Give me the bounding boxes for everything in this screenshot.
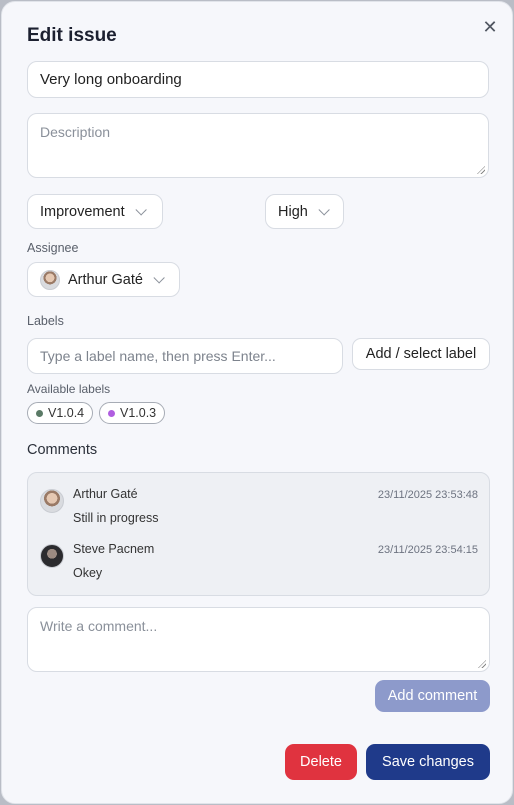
comment-time: 23/11/2025 23:53:48 [377, 489, 478, 501]
labels-label: Labels [27, 314, 64, 328]
assignee-label: Assignee [27, 241, 79, 255]
avatar [40, 489, 64, 513]
comment-placeholder: Write a comment... [40, 618, 158, 634]
delete-button[interactable]: Delete [285, 744, 357, 780]
label-chip-text: V1.0.4 [48, 406, 85, 420]
add-comment-button[interactable]: Add comment [375, 680, 490, 712]
close-icon[interactable]: ✕ [481, 18, 499, 36]
dot-icon [108, 409, 115, 417]
comment-author: Steve Pacnem [73, 542, 155, 556]
comments-title: Comments [27, 442, 98, 458]
edit-issue-dialog: Edit issue ✕ Very long onboarding Descri… [1, 1, 513, 804]
available-labels-label: Available labels [27, 382, 111, 396]
avatar [40, 544, 64, 568]
comment-textarea[interactable]: Write a comment... [27, 607, 490, 672]
dialog-title: Edit issue [27, 25, 117, 46]
add-select-label-button[interactable]: Add / select label [352, 338, 490, 370]
resize-handle-icon[interactable] [478, 660, 486, 668]
chevron-down-icon [153, 271, 165, 284]
comment-text: Okey [73, 566, 103, 580]
label-chip[interactable]: V1.0.4 [27, 402, 94, 424]
priority-select[interactable]: High [265, 194, 344, 229]
description-placeholder: Description [40, 124, 111, 140]
description-textarea[interactable]: Description [27, 113, 489, 178]
dot-icon [36, 409, 43, 417]
issue-type-select[interactable]: Improvement [27, 194, 163, 229]
comments-list: Arthur Gaté 23/11/2025 23:53:48 Still in… [27, 472, 490, 596]
label-input[interactable]: Type a label name, then press Enter... [27, 338, 343, 374]
comment-author: Arthur Gaté [73, 487, 138, 501]
assignee-select[interactable]: Arthur Gaté [27, 262, 180, 297]
chevron-down-icon [318, 203, 330, 216]
chevron-down-icon [135, 203, 147, 216]
label-chip[interactable]: V1.0.3 [99, 402, 166, 424]
save-changes-button[interactable]: Save changes [366, 744, 490, 780]
avatar [40, 269, 60, 290]
resize-handle-icon[interactable] [477, 166, 485, 174]
assignee-value: Arthur Gaté [68, 271, 143, 288]
comment-time: 23/11/2025 23:54:15 [377, 544, 478, 556]
issue-type-value: Improvement [40, 203, 125, 220]
issue-title-input[interactable]: Very long onboarding [27, 61, 489, 98]
priority-value: High [278, 203, 308, 220]
label-chip-text: V1.0.3 [120, 406, 157, 420]
comment-text: Still in progress [73, 511, 159, 525]
